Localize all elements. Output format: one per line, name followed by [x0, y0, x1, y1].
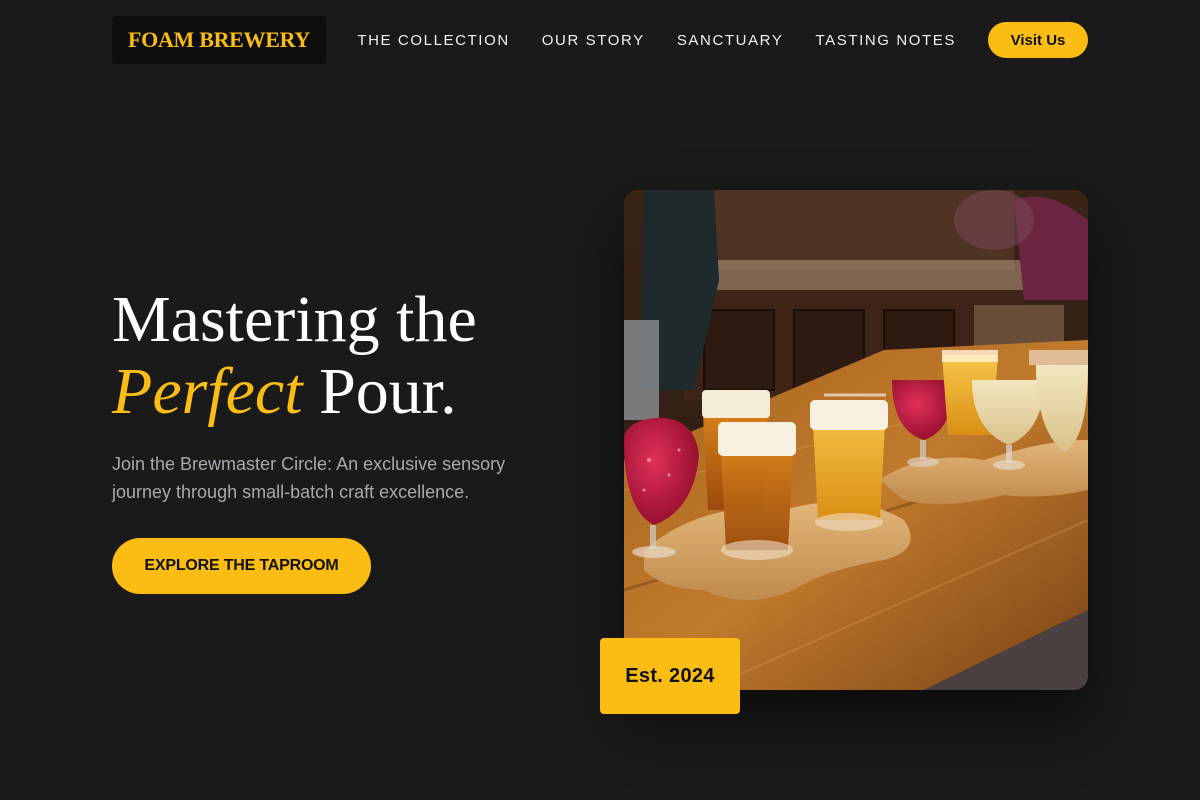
established-badge: Est. 2024 — [600, 638, 740, 714]
nav-link-our-story[interactable]: OUR STORY — [542, 32, 645, 49]
nav-link-sanctuary[interactable]: SANCTUARY — [677, 32, 784, 49]
beer-flight-photo — [624, 190, 1088, 690]
visit-us-button[interactable]: Visit Us — [988, 22, 1088, 58]
main-nav: THE COLLECTION OUR STORY SANCTUARY TASTI… — [357, 22, 1088, 58]
nav-link-tasting-notes[interactable]: TASTING NOTES — [815, 32, 956, 49]
hero-title: Mastering the Perfect Pour. — [112, 284, 582, 428]
hero-title-line1: Mastering the — [112, 283, 477, 356]
hero-section: Mastering the Perfect Pour. Join the Bre… — [112, 284, 582, 594]
hero-title-accent: Perfect — [112, 355, 303, 428]
hero-title-rest: Pour. — [319, 355, 457, 428]
brand-logo[interactable]: FOAM BREWERY — [112, 16, 327, 64]
site-header: FOAM BREWERY THE COLLECTION OUR STORY SA… — [112, 16, 1088, 64]
brand-name: FOAM BREWERY — [128, 27, 311, 52]
beer-flight-illustration — [624, 190, 1088, 690]
hero-subtitle: Join the Brewmaster Circle: An exclusive… — [112, 454, 506, 502]
nav-link-collection[interactable]: THE COLLECTION — [357, 32, 509, 49]
explore-taproom-button[interactable]: EXPLORE THE TAPROOM — [112, 538, 371, 594]
